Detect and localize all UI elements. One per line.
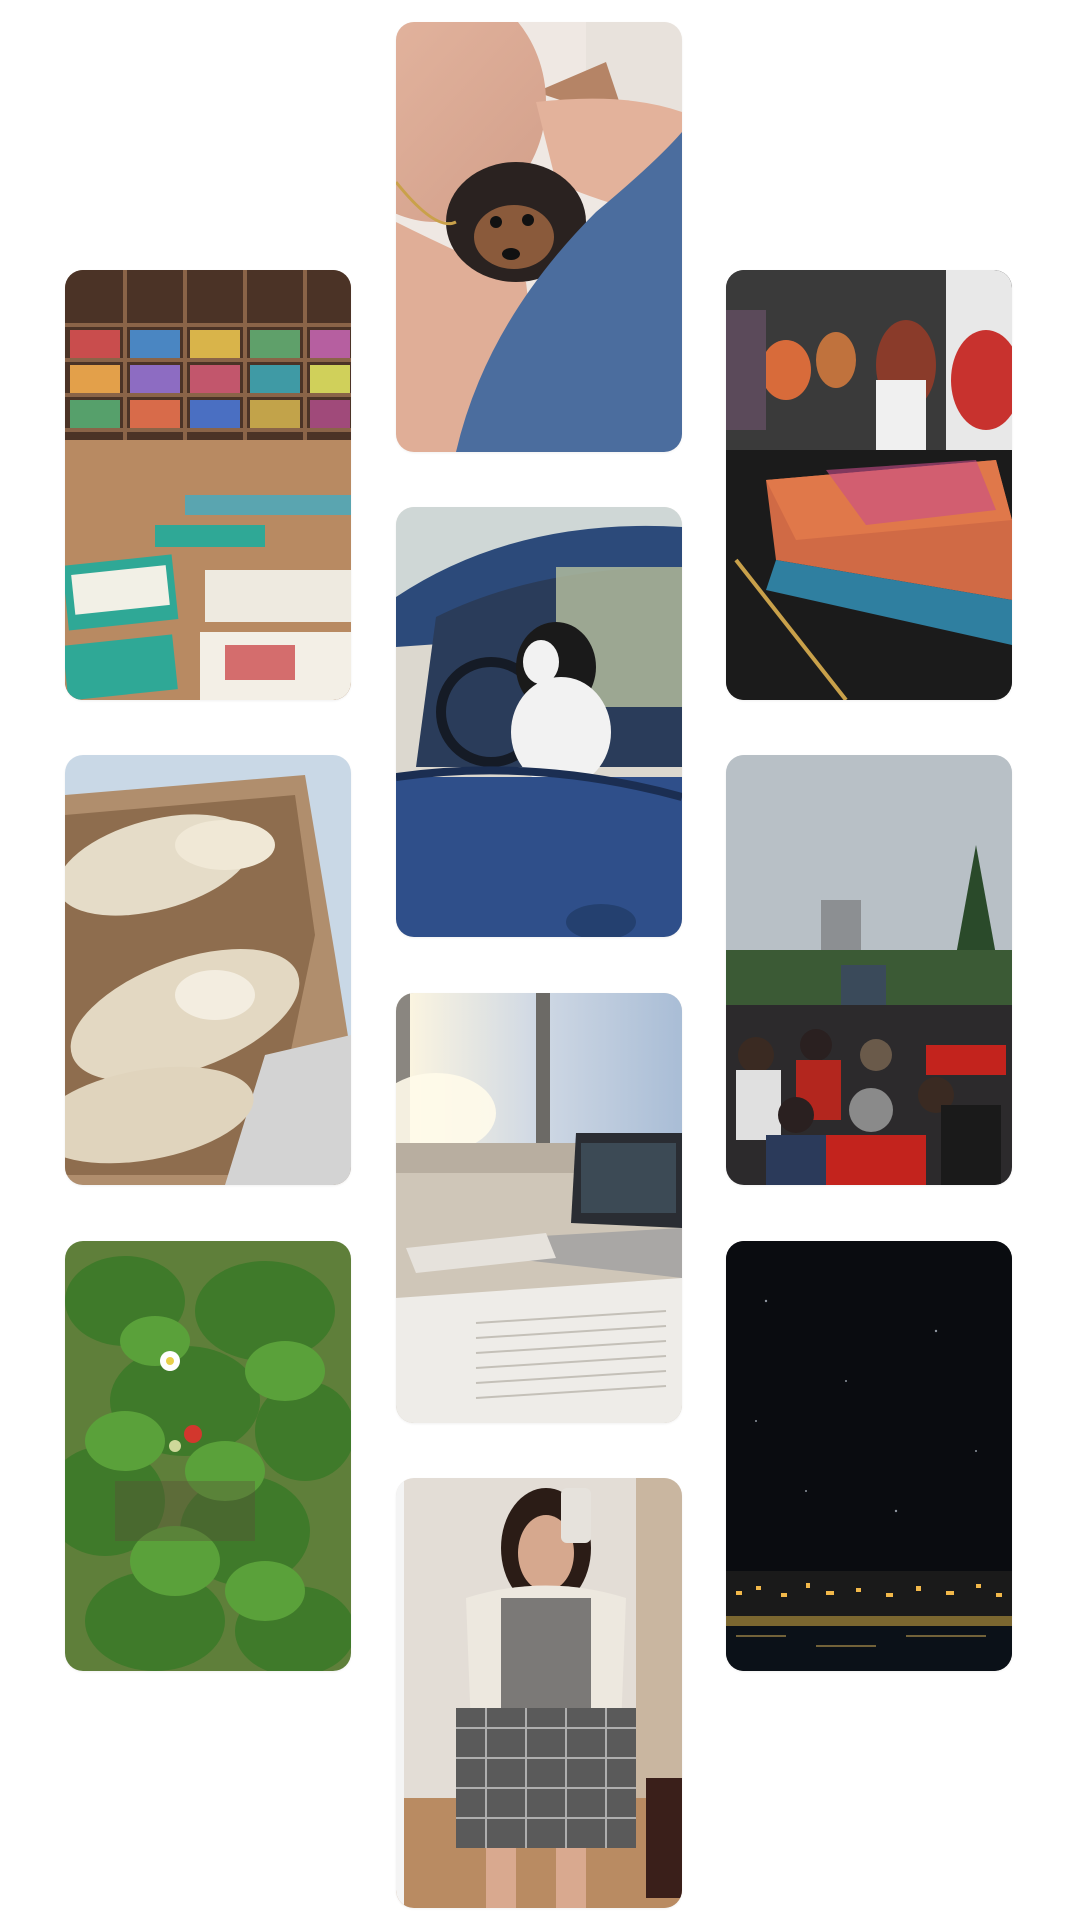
desk-image — [396, 993, 682, 1423]
bread-image — [65, 755, 351, 1185]
photo-dog-in-car[interactable] — [396, 507, 682, 937]
concert-image — [726, 755, 1012, 1185]
photo-mirror-selfie[interactable] — [396, 1478, 682, 1908]
portrait-with-dog-image — [396, 22, 682, 452]
photo-strawberry-plants[interactable] — [65, 1241, 351, 1671]
mirror-selfie-image — [396, 1478, 682, 1908]
bookstore-image — [65, 270, 351, 700]
photo-bookstore-shelves[interactable] — [65, 270, 351, 700]
photo-grid-page — [0, 0, 1080, 1920]
photo-portrait-with-dog[interactable] — [396, 22, 682, 452]
book-event-image — [726, 270, 1012, 700]
photo-bread-bagels[interactable] — [65, 755, 351, 1185]
photo-desk-by-window[interactable] — [396, 993, 682, 1423]
strawberry-image — [65, 1241, 351, 1671]
photo-crowd-at-concert[interactable] — [726, 755, 1012, 1185]
dog-in-car-image — [396, 507, 682, 937]
photo-book-event-reading[interactable] — [726, 270, 1012, 700]
night-sky-image — [726, 1241, 1012, 1671]
photo-night-city-sky[interactable] — [726, 1241, 1012, 1671]
